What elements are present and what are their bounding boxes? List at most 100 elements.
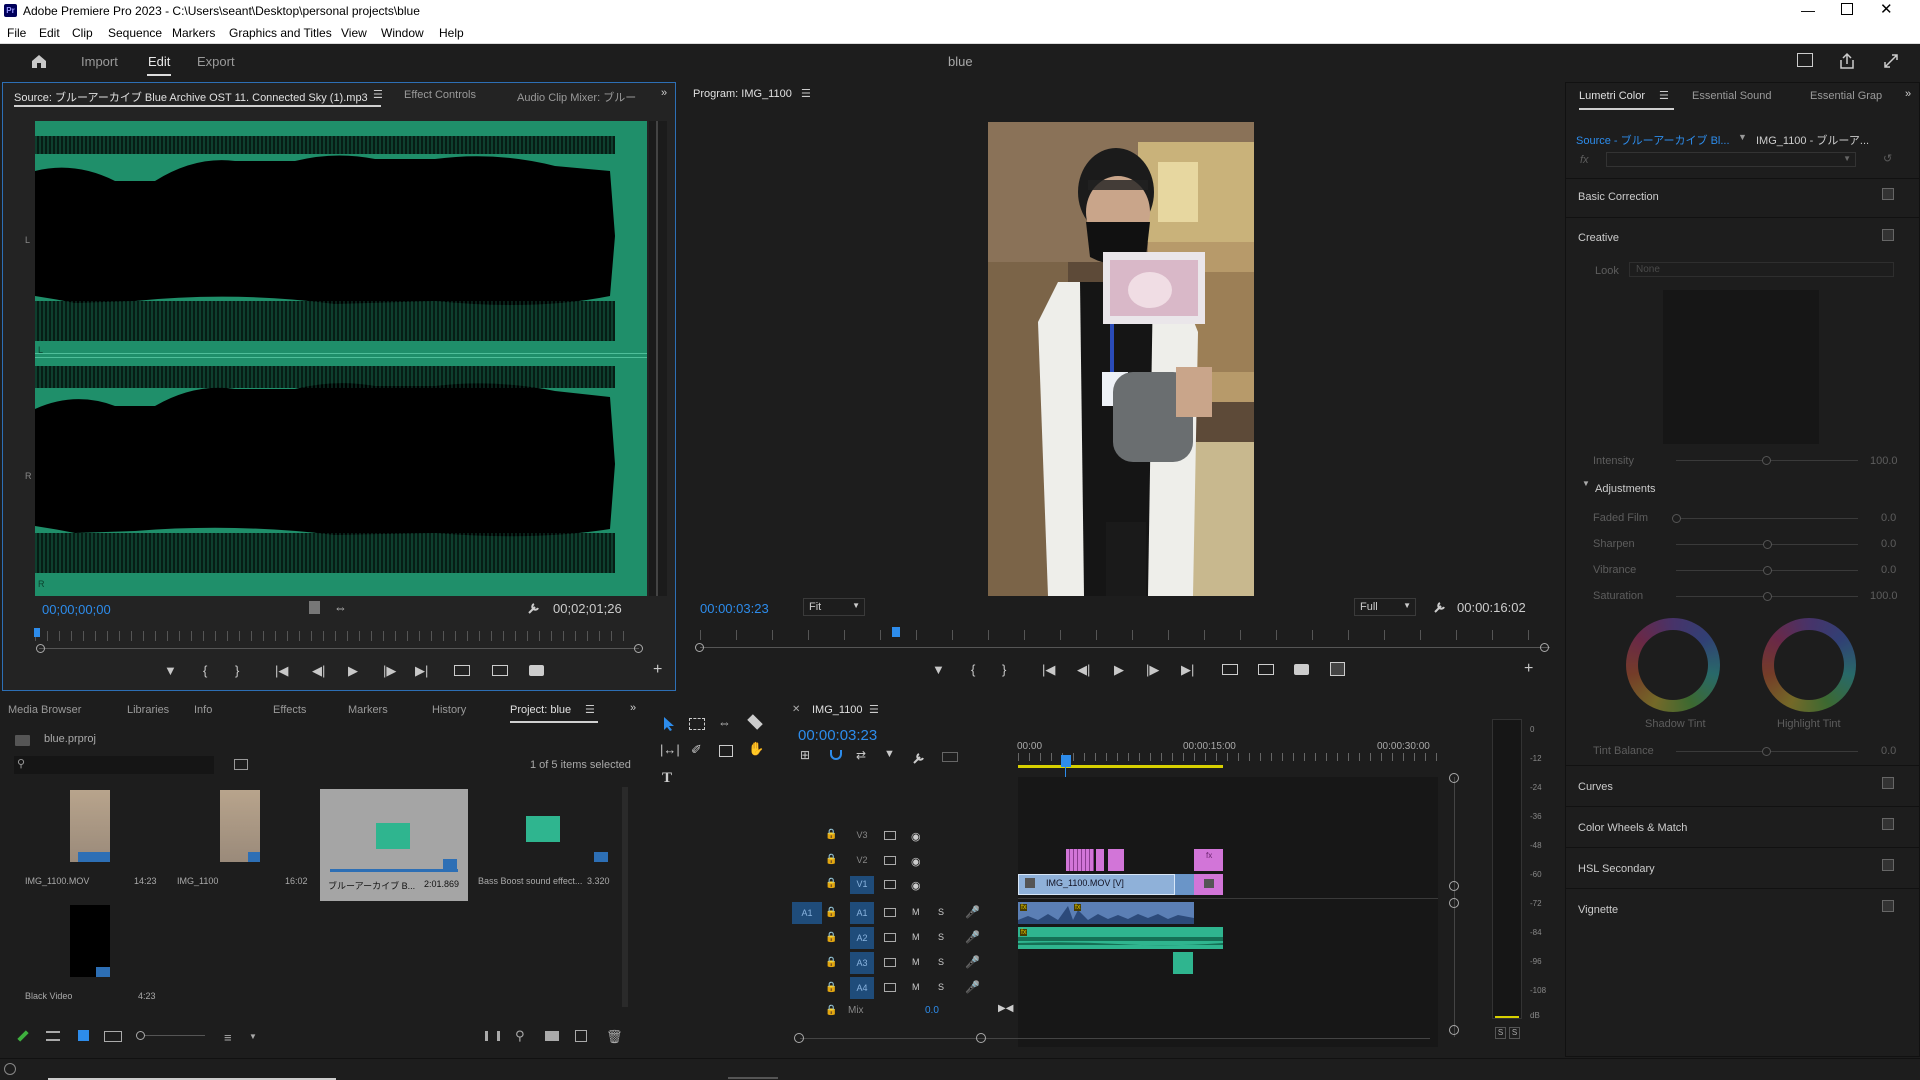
overflow-chevron-icon[interactable]: » xyxy=(661,87,667,99)
lock-icon[interactable]: 🔒 xyxy=(825,878,837,889)
tab-lumetri-color[interactable]: Lumetri Color xyxy=(1579,90,1645,102)
new-bin-icon[interactable] xyxy=(545,1031,559,1041)
program-mark-in-icon[interactable]: { xyxy=(971,662,975,677)
tab-essential-sound[interactable]: Essential Sound xyxy=(1692,90,1772,102)
lock-icon[interactable]: 🔒 xyxy=(825,829,837,840)
tab-essential-graphics[interactable]: Essential Grap xyxy=(1810,90,1882,102)
tab-info[interactable]: Info xyxy=(194,704,212,716)
drag-audio-icon[interactable]: ⇔ xyxy=(334,600,347,615)
track-a1-label[interactable]: A1 xyxy=(850,902,874,924)
tab-program[interactable]: Program: IMG_1100 xyxy=(693,88,792,100)
project-item[interactable]: Bass Boost sound effect... 3.320 xyxy=(474,790,624,898)
nest-icon[interactable]: ⊞ xyxy=(800,748,810,762)
hsl-secondary-checkbox[interactable] xyxy=(1882,859,1894,871)
step-forward-icon[interactable]: |▶ xyxy=(383,663,396,679)
menu-help[interactable]: Help xyxy=(439,26,464,40)
program-zoom-bar[interactable] xyxy=(700,647,1550,648)
program-time-ruler[interactable] xyxy=(700,630,1550,640)
sync-lock-icon[interactable] xyxy=(884,856,896,865)
solo-button[interactable]: S xyxy=(938,932,944,942)
saturation-value[interactable]: 100.0 xyxy=(1870,590,1898,602)
adjustments-label[interactable]: Adjustments xyxy=(1595,483,1656,495)
source-playhead[interactable] xyxy=(34,628,40,637)
menu-file[interactable]: File xyxy=(7,26,26,40)
tab-audio-clip-mixer[interactable]: Audio Clip Mixer: ブルー xyxy=(517,89,636,105)
project-item[interactable]: IMG_1100 16:02 xyxy=(172,790,312,898)
mute-button[interactable]: M xyxy=(912,957,920,967)
tab-media-browser[interactable]: Media Browser xyxy=(8,704,81,716)
sync-lock-icon[interactable] xyxy=(884,983,896,992)
zoom-slider-handle[interactable] xyxy=(136,1031,145,1040)
timeline-add-marker-icon[interactable]: ▼ xyxy=(884,748,895,760)
menu-clip[interactable]: Clip xyxy=(72,26,93,40)
drag-video-icon[interactable] xyxy=(309,601,320,614)
project-item[interactable]: Black Video 4:23 xyxy=(20,905,160,1013)
slip-tool-icon[interactable]: |↔| xyxy=(660,742,680,757)
mark-in-icon[interactable]: { xyxy=(203,663,207,678)
project-item-selected[interactable]: ブルーアーカイブ B... 2:01.869 xyxy=(320,789,468,901)
rectangle-tool-icon[interactable] xyxy=(719,745,733,757)
linked-selection-icon[interactable]: ⇄ xyxy=(856,748,866,762)
menu-view[interactable]: View xyxy=(341,26,367,40)
tint-balance-value[interactable]: 0.0 xyxy=(1881,745,1896,757)
source-timecode-in[interactable]: 00;00;00;00 xyxy=(42,602,111,617)
intensity-value[interactable]: 100.0 xyxy=(1870,455,1898,467)
tab-history[interactable]: History xyxy=(432,704,466,716)
source-time-ruler[interactable] xyxy=(35,631,635,641)
program-zoom-left[interactable] xyxy=(695,643,704,652)
curves-checkbox[interactable] xyxy=(1882,777,1894,789)
zoom-fit-select[interactable]: Fit ▼ xyxy=(803,598,865,616)
camera-icon[interactable] xyxy=(529,665,544,676)
panel-menu-icon[interactable]: ☰ xyxy=(373,88,383,101)
v1-clip[interactable]: IMG_1100.MOV [V] xyxy=(1018,874,1175,895)
snap-magnet-icon[interactable] xyxy=(830,750,842,760)
lumetri-clip-name[interactable]: IMG_1100 - ブルーア... xyxy=(1756,132,1869,148)
faded-film-handle[interactable] xyxy=(1672,514,1681,523)
v2-clip[interactable] xyxy=(1066,849,1094,871)
work-area-bar[interactable] xyxy=(1018,765,1223,768)
timeline-timecode[interactable]: 00:00:03:23 xyxy=(798,727,877,744)
program-button-editor-icon[interactable]: + xyxy=(1524,660,1533,678)
tab-edit[interactable]: Edit xyxy=(148,54,170,69)
mix-value[interactable]: 0.0 xyxy=(925,1005,939,1016)
lumetri-source-select[interactable]: Source - ブルーアーカイブ Bl... xyxy=(1576,132,1730,148)
program-step-forward-icon[interactable]: |▶ xyxy=(1146,662,1159,678)
program-camera-icon[interactable] xyxy=(1294,664,1309,675)
lock-icon[interactable]: 🔒 xyxy=(825,907,837,918)
zoom-handle-left[interactable] xyxy=(36,644,45,653)
project-scrollbar[interactable] xyxy=(622,787,628,1007)
voiceover-mic-icon[interactable]: 🎤 xyxy=(965,930,980,944)
timeline-ruler[interactable] xyxy=(1018,753,1438,761)
program-mark-out-icon[interactable]: } xyxy=(1002,662,1006,677)
sync-lock-icon[interactable] xyxy=(884,933,896,942)
new-item-icon[interactable] xyxy=(575,1030,587,1042)
scroll-handle[interactable] xyxy=(1449,898,1459,908)
project-menu-icon[interactable]: ☰ xyxy=(585,703,595,716)
voiceover-mic-icon[interactable]: 🎤 xyxy=(965,955,980,969)
eye-icon[interactable]: ◉ xyxy=(911,830,921,843)
program-step-back-icon[interactable]: ◀| xyxy=(1077,662,1090,678)
section-creative[interactable]: Creative xyxy=(1578,232,1619,244)
source-patch-a1[interactable]: A1 xyxy=(792,902,822,924)
menu-edit[interactable]: Edit xyxy=(39,26,60,40)
lock-icon[interactable]: 🔒 xyxy=(825,1005,837,1016)
eye-icon[interactable]: ◉ xyxy=(911,855,921,868)
overwrite-icon[interactable] xyxy=(492,665,508,676)
automate-to-sequence-icon[interactable] xyxy=(485,1031,500,1041)
audio-waveform[interactable] xyxy=(35,121,647,596)
scroll-handle[interactable] xyxy=(1449,773,1459,783)
list-view-icon[interactable] xyxy=(46,1031,60,1041)
section-hsl-secondary[interactable]: HSL Secondary xyxy=(1578,863,1655,875)
writable-pencil-icon[interactable] xyxy=(17,1030,29,1042)
a1-clip[interactable]: fx fx xyxy=(1018,902,1194,924)
maximize-button[interactable] xyxy=(1841,3,1853,15)
menu-markers[interactable]: Markers xyxy=(172,26,215,40)
program-go-to-out-icon[interactable]: ▶| xyxy=(1181,662,1194,678)
tab-source[interactable]: Source: ブルーアーカイブ Blue Archive OST 11. Co… xyxy=(14,89,368,105)
icon-view-icon[interactable] xyxy=(78,1030,89,1041)
sharpen-value[interactable]: 0.0 xyxy=(1881,538,1896,550)
sync-lock-icon[interactable] xyxy=(884,880,896,889)
menu-sequence[interactable]: Sequence xyxy=(108,26,162,40)
v1-clip-tail[interactable] xyxy=(1175,874,1194,895)
intensity-handle[interactable] xyxy=(1762,456,1771,465)
